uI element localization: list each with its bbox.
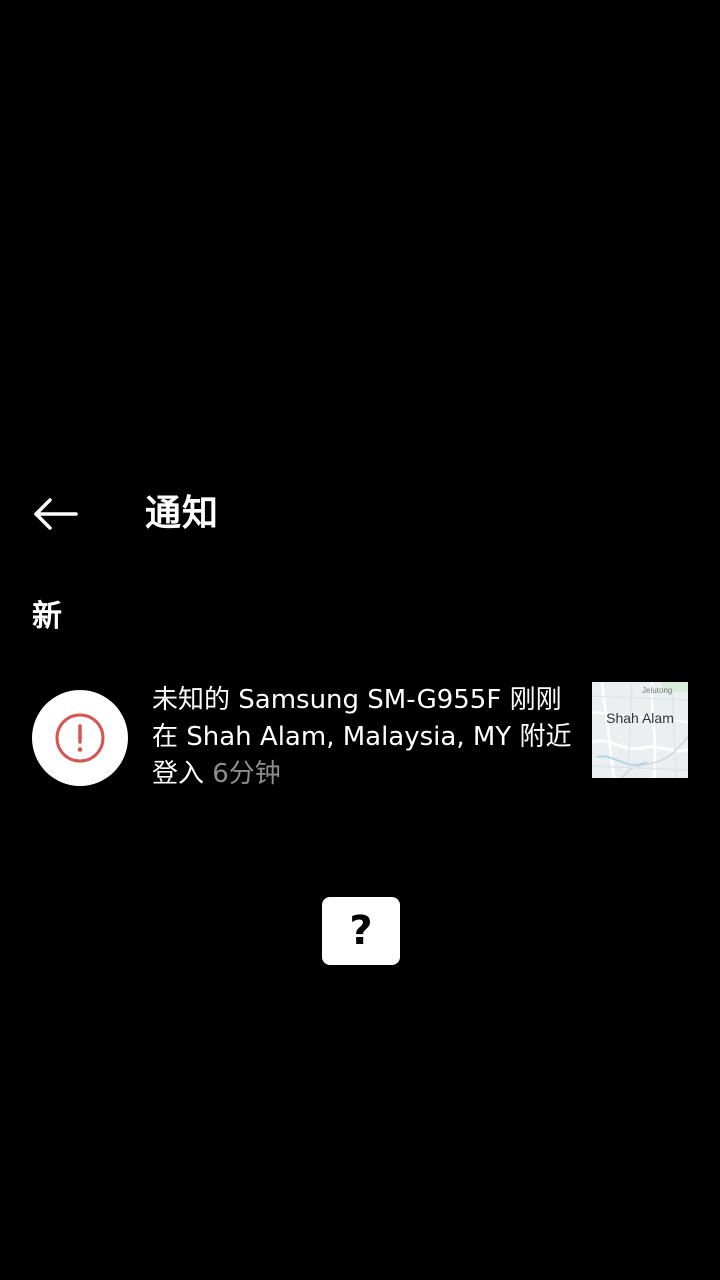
notification-item[interactable]: 未知的 Samsung SM-G955F 刚刚在 Shah Alam, Mala…	[0, 680, 720, 800]
notification-text: 未知的 Samsung SM-G955F 刚刚在 Shah Alam, Mala…	[152, 682, 572, 793]
map-thumbnail[interactable]: Jelutong Shah Alam	[592, 682, 688, 778]
notification-time: 6分钟	[212, 759, 281, 789]
page-title: 通知	[145, 493, 220, 534]
map-small-label: Jelutong	[642, 686, 673, 695]
back-button[interactable]	[28, 492, 84, 536]
back-arrow-icon	[34, 498, 78, 530]
notifications-screen: 通知 新 未知的 Samsung SM-G955F 刚刚在 Shah Alam,…	[0, 0, 720, 1280]
alert-avatar	[32, 690, 128, 786]
alert-circle-icon	[55, 713, 105, 763]
map-label: Shah Alam	[606, 710, 674, 726]
header: 通知	[0, 480, 720, 550]
section-label-new: 新	[32, 599, 62, 634]
map-roads	[592, 682, 688, 778]
help-button[interactable]: ?	[322, 897, 400, 965]
